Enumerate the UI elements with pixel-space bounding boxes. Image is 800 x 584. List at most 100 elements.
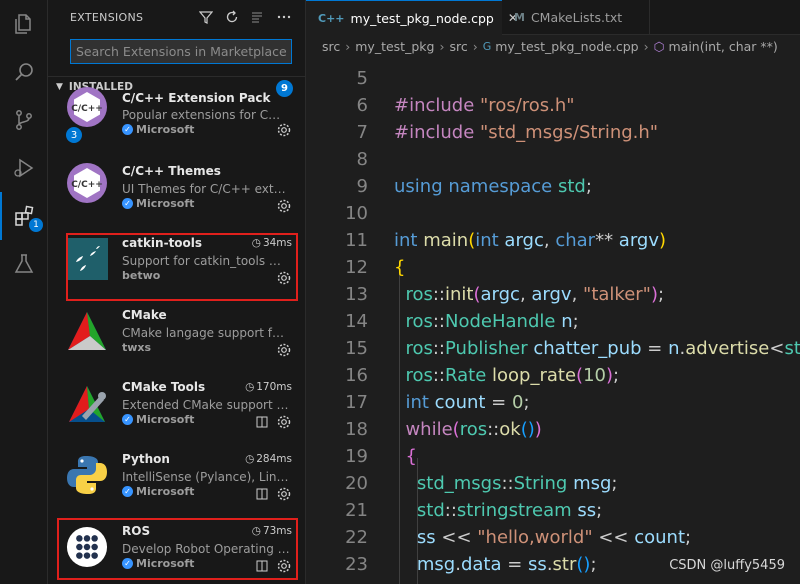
watermark: CSDN @luffy5459: [669, 558, 785, 573]
source-control-button[interactable]: [0, 96, 48, 144]
search-button[interactable]: [0, 48, 48, 96]
cpp-extension-icon: C/C++: [66, 86, 108, 128]
extensions-button[interactable]: 1: [0, 192, 48, 240]
refresh-icon: [226, 10, 238, 23]
split-icon[interactable]: [256, 488, 268, 500]
chevron-right-icon: ›: [439, 38, 445, 54]
sidebar-header: EXTENSIONS: [48, 0, 305, 35]
breadcrumb-item[interactable]: src: [449, 39, 467, 54]
gear-icon[interactable]: [276, 486, 292, 502]
gear-icon[interactable]: [276, 414, 292, 430]
breadcrumb-item[interactable]: my_test_pkg_node.cpp: [495, 39, 638, 54]
filter-icon: [199, 11, 213, 24]
extension-update-badge: 3: [66, 127, 82, 143]
verified-icon: ✓: [122, 198, 133, 209]
code-line: 17 int count = 0;: [345, 392, 530, 413]
extension-description: Extended CMake support in Visual Studio …: [122, 398, 290, 412]
code-line: 14 ros::NodeHandle n;: [345, 311, 579, 332]
extensions-badge: 1: [29, 218, 43, 232]
more-actions-button[interactable]: [275, 8, 293, 26]
highlight-box: [57, 518, 298, 580]
extension-item-cpp-themes[interactable]: C/C++ C/C++ Themes UI Themes for C/C++ e…: [48, 158, 305, 230]
clock-icon: ◷: [245, 453, 255, 465]
code-line: 12{: [345, 257, 406, 278]
cmake-icon: [66, 310, 108, 352]
gear-icon[interactable]: [276, 198, 292, 214]
testing-button[interactable]: [0, 240, 48, 288]
code-line: 22 ss << "hello,world" << count;: [345, 527, 692, 548]
extension-item-cpp-pack[interactable]: C/C++ C/C++ Extension Pack Popular exten…: [48, 86, 305, 158]
extension-publisher: ✓ Microsoft: [122, 197, 194, 210]
code-line: 21 std::stringstream ss;: [345, 500, 603, 521]
extension-publisher: ✓ Microsoft: [122, 413, 194, 426]
verified-icon: ✓: [122, 414, 133, 425]
svg-text:C/C++: C/C++: [71, 104, 103, 114]
tab-label: CMakeLists.txt: [530, 10, 623, 25]
code-editor[interactable]: 5 6 #include "ros/ros.h" 7 #include "std_m…: [306, 57, 800, 584]
cpp-file-icon: C++: [318, 11, 345, 25]
cmake-tools-icon: [66, 382, 108, 424]
extension-publisher: twxs: [122, 341, 152, 354]
extension-item-cmake[interactable]: CMake CMake langage support for Visual S…: [48, 302, 305, 374]
extension-name: C/C++ Themes: [122, 164, 221, 178]
extension-description: UI Themes for C/C++ extension: [122, 182, 290, 196]
code-line: 18 while(ros::ok()): [345, 419, 542, 440]
editor-tabs: C++ my_test_pkg_node.cpp ✕ M CMakeLists.…: [306, 0, 800, 35]
code-line: 20 std_msgs::String msg;: [345, 473, 618, 494]
explorer-button[interactable]: [0, 0, 48, 48]
verified-icon: ✓: [122, 124, 133, 135]
svg-text:C/C++: C/C++: [71, 180, 103, 190]
extension-description: CMake langage support for Visual Studio …: [122, 326, 290, 340]
tab-my-test-pkg-node[interactable]: C++ my_test_pkg_node.cpp ✕: [306, 0, 518, 35]
extension-item-cmake-tools[interactable]: CMake Tools ◷ 170ms Extended CMake suppor…: [48, 374, 305, 446]
breadcrumb: src › my_test_pkg › src › G my_test_pkg_nod…: [306, 35, 800, 57]
files-icon: [15, 14, 31, 34]
code-line: 19 {: [345, 446, 417, 467]
breadcrumb-item[interactable]: my_test_pkg: [355, 39, 434, 54]
clear-button[interactable]: [249, 8, 267, 26]
chevron-right-icon: ›: [345, 38, 351, 54]
code-line: 8: [356, 149, 368, 170]
source-control-icon: [16, 110, 32, 130]
breadcrumb-item[interactable]: src: [322, 39, 340, 54]
highlight-box: [66, 233, 298, 301]
sidebar-title: EXTENSIONS: [70, 11, 144, 24]
run-debug-button[interactable]: [0, 144, 48, 192]
cpp-themes-icon: C/C++: [66, 162, 108, 204]
code-line: 9 using namespace std;: [356, 176, 592, 197]
extensions-sidebar: EXTENSIONS Search Extensions in Marketpl…: [48, 0, 306, 584]
code-line: 10: [345, 203, 368, 224]
cpp-file-icon: G: [482, 39, 492, 53]
gear-icon[interactable]: [276, 122, 292, 138]
extension-description: IntelliSense (Pylance), Linting, Debuggi…: [122, 470, 290, 484]
tab-cmakelists[interactable]: M CMakeLists.txt: [502, 0, 650, 35]
ellipsis-icon: [277, 15, 291, 19]
clear-all-icon: [252, 12, 262, 23]
chevron-right-icon: ›: [643, 38, 649, 54]
code-line: 15 ros::Publisher chatter_pub = n.advert…: [345, 338, 800, 359]
extension-item-python[interactable]: Python ◷ 284ms IntelliSense (Pylance), Li…: [48, 446, 305, 518]
chevron-right-icon: ›: [472, 38, 478, 54]
tab-label: my_test_pkg_node.cpp: [350, 10, 494, 26]
search-icon: [15, 63, 33, 81]
code-line: 6 #include "ros/ros.h": [356, 95, 575, 116]
code-line: 5: [356, 68, 368, 89]
extension-name: Python: [122, 452, 170, 466]
code-line: 13 ros::init(argc, argv, "talker");: [345, 284, 665, 305]
activation-time: ◷ 170ms: [245, 381, 292, 393]
activity-bar: 1: [0, 0, 48, 584]
method-icon: ⬡: [653, 38, 665, 54]
search-extensions-input[interactable]: Search Extensions in Marketplace: [70, 39, 292, 64]
split-icon[interactable]: [256, 416, 268, 428]
run-debug-icon: [14, 158, 34, 178]
gear-icon[interactable]: [276, 342, 292, 358]
code-line: 11 int main(int argc, char** argv): [345, 230, 667, 251]
extension-name: C/C++ Extension Pack: [122, 91, 271, 105]
refresh-button[interactable]: [223, 8, 241, 26]
flask-icon: [14, 254, 34, 273]
filter-button[interactable]: [197, 8, 215, 26]
extension-publisher: ✓ Microsoft: [122, 485, 194, 498]
breadcrumb-item[interactable]: main(int, char **): [669, 39, 778, 54]
python-icon: [66, 454, 108, 496]
extension-name: CMake Tools: [122, 380, 206, 394]
